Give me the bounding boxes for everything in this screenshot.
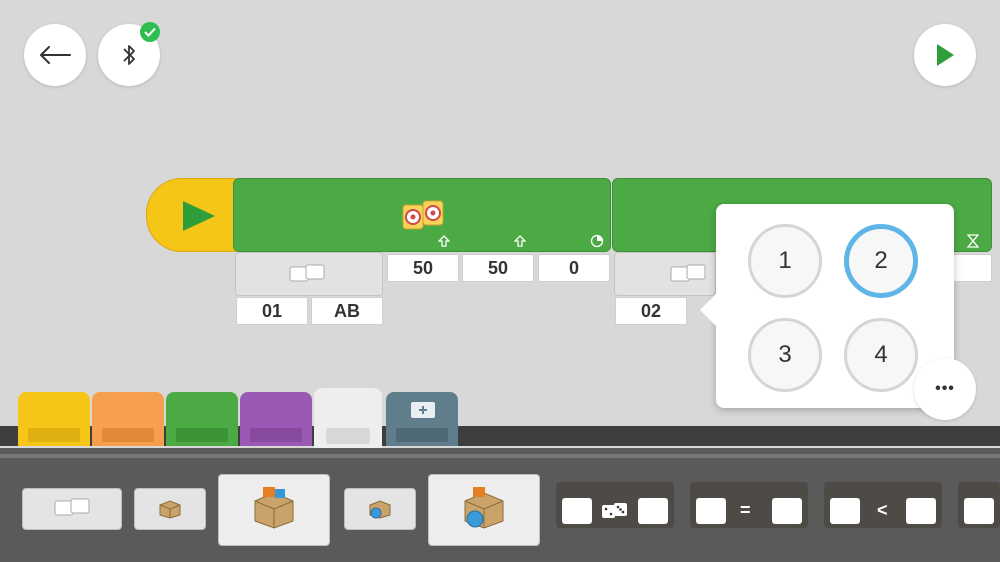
port-value-field[interactable]: AB (311, 297, 383, 325)
more-button[interactable]: ••• (914, 358, 976, 420)
back-button[interactable] (24, 24, 86, 86)
tab-my-blocks[interactable] (386, 392, 458, 446)
globe-box-icon (369, 500, 391, 519)
dice-icon (602, 503, 627, 518)
tab-orange-category[interactable] (92, 392, 164, 446)
port-option-2[interactable]: 2 (844, 224, 918, 298)
tab-purple-category[interactable] (240, 392, 312, 446)
palette-motor-port-block[interactable] (22, 488, 122, 530)
palette-less-than-block[interactable]: < (824, 482, 942, 528)
popup-pointer (700, 294, 716, 326)
palette-global-variable-block[interactable] (428, 474, 540, 546)
equals-operator-label: = (740, 500, 751, 520)
motor-block[interactable] (233, 178, 611, 252)
globe-box-icon (464, 487, 504, 529)
palette-operator-block-partial[interactable] (958, 482, 1000, 528)
port-option-3[interactable]: 3 (748, 318, 822, 392)
start-block[interactable] (146, 178, 240, 252)
box-icon (159, 500, 181, 519)
hourglass-icon (967, 234, 979, 248)
bluetooth-button[interactable] (98, 22, 160, 86)
speed-right-field[interactable]: 50 (462, 254, 534, 282)
play-icon (937, 44, 954, 66)
add-block-icon (411, 402, 435, 418)
speed-up-icon (514, 235, 526, 247)
open-box-icon (254, 487, 294, 529)
motor-port-socket[interactable] (235, 252, 383, 296)
port-option-1[interactable]: 1 (748, 224, 822, 298)
palette-random-block[interactable] (556, 482, 674, 528)
palette-global-box-block[interactable] (344, 488, 416, 530)
play-icon (183, 201, 215, 231)
tab-yellow-category[interactable] (18, 392, 90, 446)
port-option-4[interactable]: 4 (844, 318, 918, 392)
port-value-field[interactable]: 01 (236, 297, 308, 325)
motor-pair-icon (289, 264, 325, 282)
tab-green-category[interactable] (166, 392, 238, 446)
second-port-socket[interactable] (614, 252, 716, 296)
run-program-button[interactable] (914, 24, 976, 86)
speed-left-field[interactable]: 50 (387, 254, 459, 282)
check-badge-icon (140, 22, 160, 42)
dual-motor-icon (402, 200, 444, 230)
rotation-icon (590, 234, 604, 248)
tab-white-category[interactable] (314, 388, 382, 450)
palette-variable-block[interactable] (218, 474, 330, 546)
motor-pair-icon (670, 264, 706, 282)
palette-box-block[interactable] (134, 488, 206, 530)
less-than-operator-label: < (877, 500, 888, 520)
arrow-left-icon (40, 46, 71, 64)
palette-equals-block[interactable]: = (690, 482, 808, 528)
rotation-field[interactable]: 0 (538, 254, 610, 282)
bluetooth-icon (123, 45, 135, 65)
port-value-field[interactable]: 02 (615, 297, 687, 325)
speed-up-icon (438, 235, 450, 247)
motor-pair-icon (54, 498, 90, 516)
